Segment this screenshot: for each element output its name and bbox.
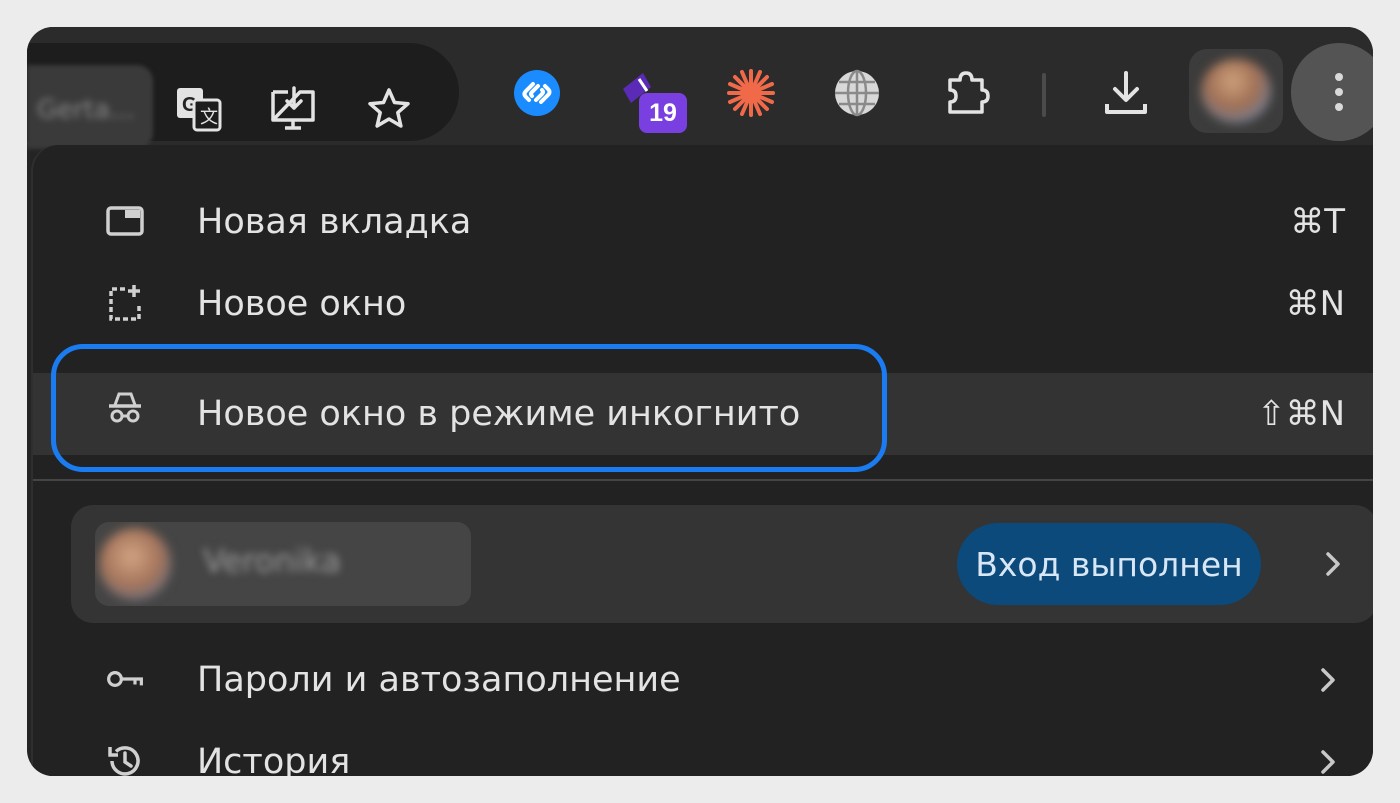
menu-item-new-tab[interactable]: Новая вкладка ⌘T <box>33 181 1373 263</box>
chevron-right-icon <box>1321 668 1335 692</box>
history-icon <box>105 741 145 776</box>
menu-dot <box>1335 103 1343 111</box>
more-menu-icon[interactable] <box>1291 43 1373 141</box>
menu-item-label: Пароли и автозаполнение <box>197 660 681 700</box>
spark-extension-icon[interactable] <box>725 67 777 119</box>
install-app-icon[interactable] <box>267 83 319 135</box>
globe-extension-icon[interactable] <box>831 67 883 119</box>
menu-dot <box>1335 88 1343 96</box>
new-tab-icon <box>105 201 145 241</box>
menu-item-shortcut: ⌘T <box>1290 202 1345 242</box>
extension-badge: 19 <box>639 93 687 133</box>
menu-item-label: Новая вкладка <box>197 202 472 242</box>
menu-item-label: История <box>197 742 351 776</box>
menu-item-shortcut: ⌘N <box>1285 284 1345 324</box>
browser-toolbar: Gerta... G 文 19 <box>27 27 1373 149</box>
avatar-image <box>1201 59 1271 123</box>
chevron-right-icon <box>1326 552 1340 576</box>
omnibox[interactable]: Gerta... G 文 <box>27 43 459 149</box>
chevron-right-icon <box>1321 750 1335 774</box>
omnibox-url-text: Gerta... <box>37 95 135 125</box>
profile-name: Veronika <box>203 542 341 580</box>
menu-dot <box>1335 73 1343 81</box>
profile-name-chip: Veronika <box>95 522 471 606</box>
menu-item-history[interactable]: История <box>33 721 1373 776</box>
signin-status-badge[interactable]: Вход выполнен <box>957 523 1261 605</box>
profile-avatar-image <box>99 528 171 600</box>
menu-item-label: Новое окно <box>197 284 407 324</box>
profile-avatar[interactable] <box>1189 49 1283 133</box>
shazam-extension-icon[interactable] <box>511 67 563 119</box>
new-window-icon <box>105 283 145 323</box>
key-icon <box>105 659 145 699</box>
bookmark-star-icon[interactable] <box>363 83 415 135</box>
browser-window: Gerta... G 文 19 Новая вкладка ⌘T Новое о… <box>27 27 1373 776</box>
chrome-main-menu: Новая вкладка ⌘T Новое окно ⌘N Новое окн… <box>33 145 1373 776</box>
translate-icon[interactable]: G 文 <box>173 83 225 135</box>
svg-text:文: 文 <box>200 107 218 128</box>
menu-divider <box>33 479 1373 481</box>
menu-item-passwords-autofill[interactable]: Пароли и автозаполнение <box>33 639 1373 721</box>
profile-row[interactable]: Veronika Вход выполнен <box>71 505 1373 623</box>
toolbar-separator <box>1042 73 1046 117</box>
menu-item-new-window[interactable]: Новое окно ⌘N <box>33 263 1373 345</box>
menu-item-shortcut: ⇧⌘N <box>1257 394 1345 434</box>
omnibox-text: Gerta... <box>27 65 153 149</box>
download-icon[interactable] <box>1100 67 1152 119</box>
extensions-puzzle-icon[interactable] <box>941 67 993 119</box>
annotation-highlight <box>51 344 887 472</box>
